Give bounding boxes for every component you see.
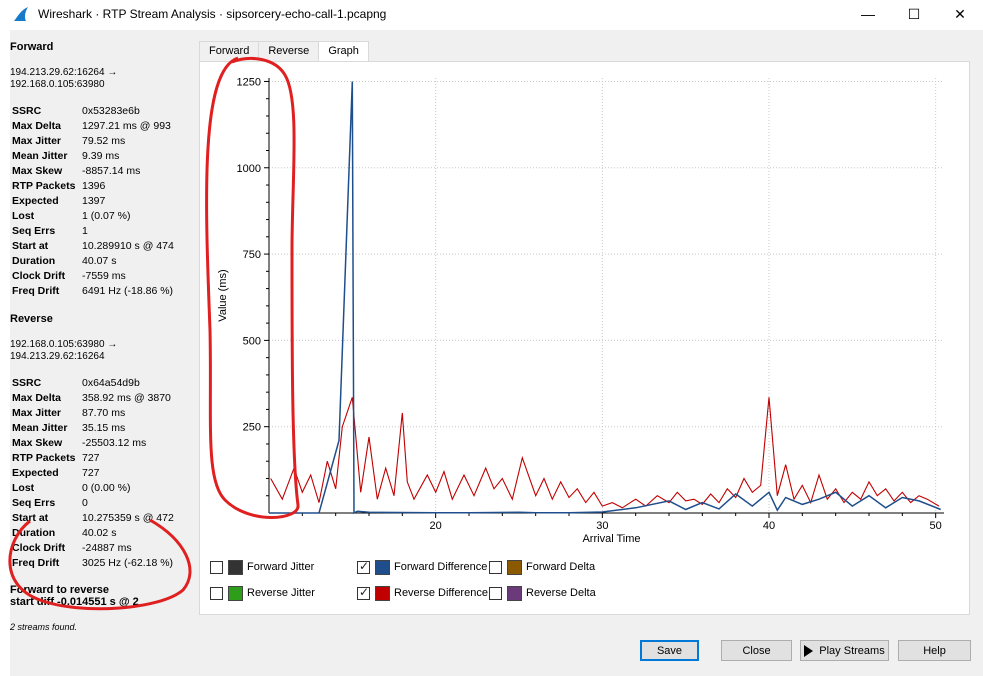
checkbox[interactable] xyxy=(357,585,370,600)
series-toggle[interactable]: Reverse Delta xyxy=(489,585,596,601)
y-tick-label: 250 xyxy=(243,422,261,434)
y-tick-label: 1250 xyxy=(237,76,261,88)
save-button[interactable]: Save xyxy=(640,640,699,661)
save-label: Save xyxy=(656,644,683,657)
checkbox[interactable] xyxy=(210,560,223,574)
series-toggle-label: Forward Delta xyxy=(526,561,596,573)
checkbox[interactable] xyxy=(489,560,502,574)
close-label: Close xyxy=(742,644,771,657)
y-axis-label: Value (ms) xyxy=(217,269,229,321)
checkbox[interactable] xyxy=(489,586,502,600)
series-color-swatch xyxy=(507,585,522,601)
series-toggle[interactable]: Reverse Difference xyxy=(357,585,488,601)
series-toggle-label: Reverse Delta xyxy=(526,587,596,599)
help-label: Help xyxy=(923,644,946,657)
series-color-swatch xyxy=(375,559,390,575)
series-toggle-label: Reverse Difference xyxy=(394,587,488,599)
x-tick-label: 20 xyxy=(430,520,442,532)
x-tick-label: 50 xyxy=(930,520,942,532)
help-button[interactable]: Help xyxy=(898,640,971,661)
series-toggle[interactable]: Forward Delta xyxy=(489,559,595,575)
play-streams-button[interactable]: Play Streams xyxy=(800,640,889,661)
series-color-swatch xyxy=(375,585,390,601)
series-toggle[interactable]: Forward Jitter xyxy=(210,559,314,575)
x-tick-label: 40 xyxy=(763,520,775,532)
x-axis-label: Arrival Time xyxy=(582,533,640,545)
series-toggle[interactable]: Forward Difference xyxy=(357,559,487,575)
series-toggle-label: Reverse Jitter xyxy=(247,587,315,599)
checkbox[interactable] xyxy=(210,586,223,600)
y-tick-label: 750 xyxy=(243,249,261,261)
series-color-swatch xyxy=(228,559,243,575)
y-tick-label: 1000 xyxy=(237,163,261,175)
series-toggle[interactable]: Reverse Jitter xyxy=(210,585,315,601)
x-tick-label: 30 xyxy=(596,520,608,532)
y-tick-label: 500 xyxy=(243,335,261,347)
play-icon xyxy=(804,644,814,657)
series-toggle-label: Forward Difference xyxy=(394,561,488,573)
series-color-swatch xyxy=(228,585,243,601)
close-button[interactable]: Close xyxy=(721,640,792,661)
play-streams-label: Play Streams xyxy=(819,644,885,657)
series-color-swatch xyxy=(507,559,522,575)
checkbox[interactable] xyxy=(357,559,370,574)
series-toggle-label: Forward Jitter xyxy=(247,561,315,573)
